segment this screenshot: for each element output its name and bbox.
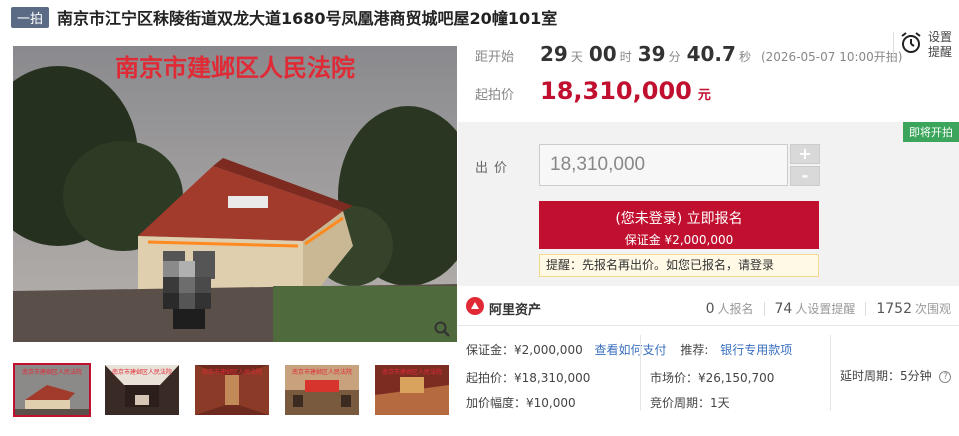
zoom-icon[interactable] — [433, 320, 451, 338]
view-count: 1752 — [876, 301, 912, 317]
delay-cycle-text: 延时周期：5分钟 — [840, 369, 932, 383]
countdown-days: 29 — [540, 42, 568, 66]
start-price-value: 18,310,000 — [540, 77, 692, 105]
signup-button[interactable]: (您未登录) 立即报名 保证金 ¥2,000,000 — [539, 201, 819, 249]
thumbnail-2[interactable]: 南京市建邺区人民法院 — [103, 363, 181, 417]
countdown-label: 距开始 — [475, 50, 515, 65]
info-divider — [640, 335, 641, 411]
countdown: 距开始 29 天 00 时 39 分 40.7 秒 (2026-05-07 10… — [475, 42, 902, 66]
thumbnail-strip: 南京市建邺区人民法院 南京市建邺区人民法院 南京市建邺区人民法院 南京市建邺区人… — [13, 363, 463, 421]
svg-text:南京市建邺区人民法院: 南京市建邺区人民法院 — [112, 368, 172, 376]
recommend-label: 推荐: — [680, 343, 709, 357]
svg-text:南京市建邺区人民法院: 南京市建邺区人民法院 — [292, 368, 352, 376]
countdown-minutes-unit: 分 — [668, 50, 681, 64]
countdown-seconds-unit: 秒 — [738, 50, 751, 64]
page-title: 南京市江宁区秣陵街道双龙大道1680号凤凰港商贸城吧屋20幢101室 — [57, 9, 558, 28]
bank-payment-link[interactable]: 银行专用款项 — [720, 343, 792, 357]
countdown-minutes: 39 — [637, 42, 666, 66]
main-photo-illustration: 南京市建邺区人民法院 — [13, 46, 457, 342]
start-price-detail: 起拍价：¥18,310,000 — [466, 371, 591, 385]
login-notice: 提醒：先报名再出价。如您已报名，请登录 — [539, 254, 819, 277]
countdown-hours-unit: 时 — [619, 50, 632, 64]
deposit-text: 保证金：¥2,000,000 — [466, 343, 583, 357]
start-price-label: 起拍价 — [475, 88, 515, 103]
countdown-seconds: 40.7 — [686, 42, 736, 66]
status-badge: 即将开拍 — [903, 122, 959, 142]
increment-detail: 加价幅度：¥10,000 — [466, 396, 576, 410]
bid-amount-input[interactable]: 18,310,000 — [539, 144, 788, 186]
platform-name: 阿里资产 — [489, 302, 542, 318]
how-to-pay-link[interactable]: 查看如何支付 — [595, 343, 667, 357]
bid-stepper: + - — [790, 144, 820, 188]
bid-area: 即将开拍 出价 18,310,000 + - (您未登录) 立即报名 保证金 ¥… — [458, 122, 959, 286]
decrease-bid-button[interactable]: - — [790, 166, 820, 186]
countdown-hours: 00 — [588, 42, 617, 66]
svg-text:南京市建邺区人民法院: 南京市建邺区人民法院 — [382, 368, 442, 376]
signup-count: 0 — [705, 301, 715, 317]
reminder-divider — [893, 32, 894, 62]
reminder-count-label: 人设置提醒 — [795, 302, 856, 316]
delay-cycle-detail: 延时周期：5分钟 ? — [840, 367, 952, 384]
ali-asset-logo-icon — [466, 297, 484, 319]
stat-separator — [763, 301, 765, 316]
set-reminder-label: 设置提醒 — [928, 30, 953, 59]
stats-divider — [458, 325, 959, 326]
deposit-info: 保证金：¥2,000,000 查看如何支付 推荐: 银行专用款项 — [466, 341, 792, 358]
stat-separator — [865, 301, 867, 316]
platform-logo: 阿里资产 — [466, 297, 541, 319]
svg-text:南京市建邺区人民法院: 南京市建邺区人民法院 — [202, 368, 262, 376]
court-banner: 南京市建邺区人民法院 — [115, 54, 355, 82]
auction-stats: 0 人报名 74 人设置提醒 1752 次围观 — [706, 300, 951, 317]
main-photo[interactable]: 南京市建邺区人民法院 — [13, 46, 457, 342]
auction-round-badge: 一拍 — [11, 6, 50, 28]
signup-deposit-label: 保证金 ¥2,000,000 — [624, 233, 734, 247]
market-price-detail: 市场价：¥26,150,700 — [650, 371, 775, 385]
stats-row: 阿里资产 0 人报名 74 人设置提醒 1752 次围观 — [458, 291, 959, 325]
info-icon[interactable]: ? — [939, 370, 952, 383]
set-reminder-button[interactable]: 设置提醒 — [900, 30, 956, 60]
start-price-row: 起拍价 18,310,000 元 — [475, 77, 711, 105]
view-count-label: 次围观 — [914, 302, 951, 316]
signup-count-label: 人报名 — [717, 302, 754, 316]
thumbnail-5[interactable]: 南京市建邺区人民法院 — [373, 363, 451, 417]
increase-bid-button[interactable]: + — [790, 144, 820, 164]
info-divider — [830, 335, 831, 411]
title-row: 一拍 南京市江宁区秣陵街道双龙大道1680号凤凰港商贸城吧屋20幢101室 — [11, 6, 557, 28]
bid-label: 出价 — [475, 161, 514, 176]
signup-button-label: (您未登录) 立即报名 — [615, 211, 743, 227]
bid-cycle-detail: 竞价周期：1天 — [650, 396, 730, 410]
thumbnail-1[interactable]: 南京市建邺区人民法院 — [13, 363, 91, 417]
svg-text:南京市建邺区人民法院: 南京市建邺区人民法院 — [22, 368, 82, 376]
start-price-unit: 元 — [697, 88, 711, 103]
alarm-clock-icon — [900, 31, 922, 59]
thumbnail-4[interactable]: 南京市建邺区人民法院 — [283, 363, 361, 417]
thumbnail-3[interactable]: 南京市建邺区人民法院 — [193, 363, 271, 417]
reminder-count: 74 — [774, 301, 793, 317]
auction-start-time: (2026-05-07 10:00开拍) — [760, 50, 903, 64]
countdown-days-unit: 天 — [570, 50, 583, 64]
